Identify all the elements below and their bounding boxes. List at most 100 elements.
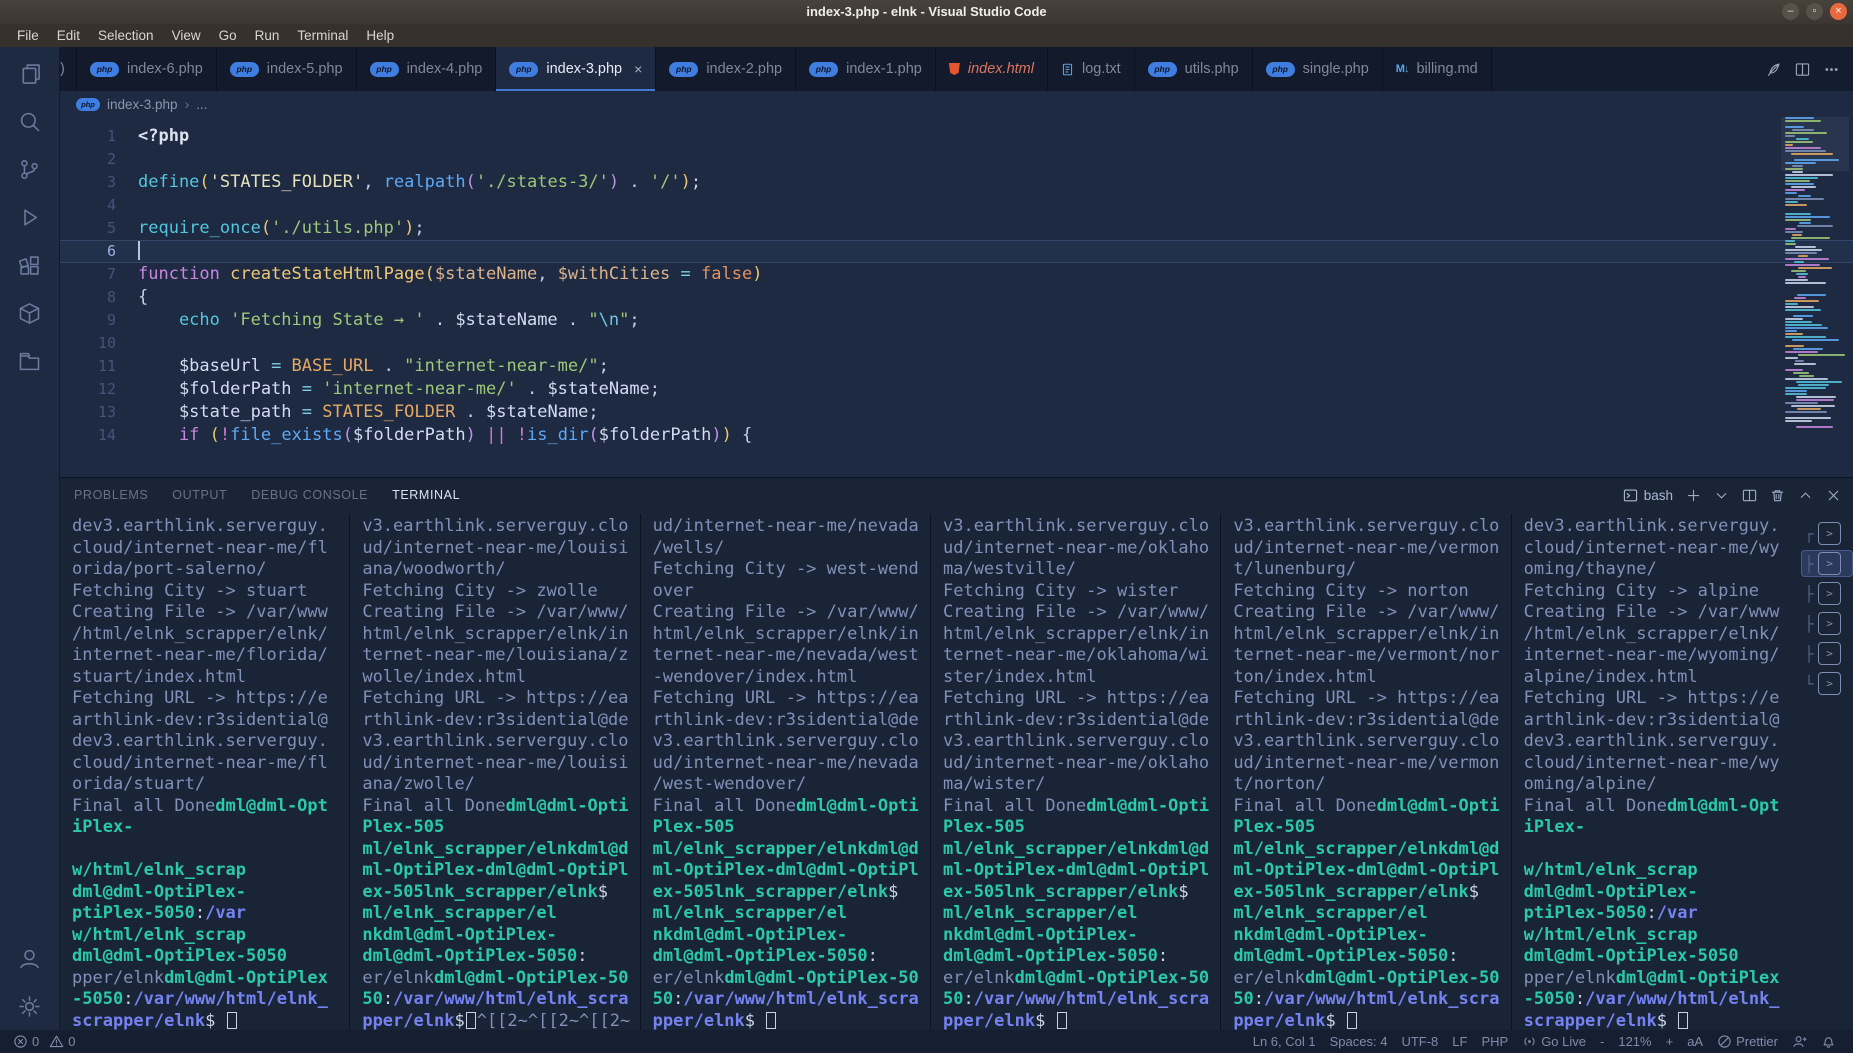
close-tab-icon[interactable]: × xyxy=(634,61,642,77)
clipped-tab[interactable]: ) xyxy=(60,47,77,91)
warnings[interactable]: 0 xyxy=(44,1030,80,1053)
terminal-pane-3[interactable]: ud/internet-near-me/nevada/wells/Fetchin… xyxy=(640,514,930,1030)
terminal-line: Final all Donedml@dml-Opti xyxy=(653,796,930,818)
extensions-icon[interactable] xyxy=(14,249,46,281)
menu-file[interactable]: File xyxy=(8,24,48,47)
terminal-tab-4[interactable]: ├> xyxy=(1801,610,1853,637)
font-switcher[interactable]: aA xyxy=(1680,1030,1710,1053)
panel-tab-output[interactable]: OUTPUT xyxy=(172,478,227,512)
terminal-profile-selector[interactable]: bash xyxy=(1623,488,1673,503)
zoom-level[interactable]: 121% xyxy=(1611,1030,1658,1053)
close-button[interactable]: × xyxy=(1830,3,1847,20)
tab-label: log.txt xyxy=(1082,61,1121,77)
tab-utils.php[interactable]: phputils.php xyxy=(1135,47,1253,91)
terminal-tab-1[interactable]: ┌> xyxy=(1801,520,1853,547)
terminal-tab-5[interactable]: ├> xyxy=(1801,640,1853,667)
source-control-icon[interactable] xyxy=(14,153,46,185)
terminal-pane-2[interactable]: v3.earthlink.serverguy.cloud/internet-ne… xyxy=(349,514,639,1030)
tab-index-6.php[interactable]: phpindex-6.php xyxy=(77,47,217,91)
tab-index-1.php[interactable]: phpindex-1.php xyxy=(796,47,936,91)
language-mode[interactable]: PHP xyxy=(1474,1030,1515,1053)
terminal-pane-6[interactable]: dev3.earthlink.serverguy.cloud/internet-… xyxy=(1511,514,1801,1030)
terminal-tab-2[interactable]: ├> xyxy=(1801,550,1853,577)
eol[interactable]: LF xyxy=(1445,1030,1474,1053)
tab-index-4.php[interactable]: phpindex-4.php xyxy=(357,47,497,91)
menu-edit[interactable]: Edit xyxy=(48,24,89,47)
terminal-cursor xyxy=(1678,1012,1688,1029)
tab-billing.md[interactable]: M↓billing.md xyxy=(1383,47,1492,91)
zoom-in[interactable]: + xyxy=(1659,1030,1681,1053)
php-file-icon: php xyxy=(1266,62,1295,77)
cursor-position[interactable]: Ln 6, Col 1 xyxy=(1246,1030,1323,1053)
terminal-profile-dropdown-icon[interactable] xyxy=(1714,488,1729,503)
tree-branch-icon: ├ xyxy=(1803,555,1815,573)
maximize-button[interactable]: ▫ xyxy=(1806,3,1823,20)
terminal-tab-3[interactable]: ├> xyxy=(1801,580,1853,607)
maximize-panel-button[interactable] xyxy=(1798,488,1813,503)
new-terminal-button[interactable] xyxy=(1686,488,1701,503)
code-text: define('STATES_FOLDER', realpath('./stat… xyxy=(138,171,701,194)
close-panel-button[interactable] xyxy=(1826,488,1841,503)
tab-index-5.php[interactable]: phpindex-5.php xyxy=(217,47,357,91)
terminal-line: 50:/var/www/html/elnk_scra xyxy=(1233,989,1510,1011)
breadcrumb-file[interactable]: index-3.php xyxy=(107,97,178,112)
terminal-line: ml/elnk_scrapper/elnkdml@d xyxy=(362,839,639,861)
terminal-line: Plex-505 xyxy=(362,817,639,839)
terminal-line: internet-near-me/florida/ xyxy=(72,645,349,667)
tab-index-2.php[interactable]: phpindex-2.php xyxy=(656,47,796,91)
terminal-icon: > xyxy=(1818,642,1841,665)
panel-tab-debug-console[interactable]: DEBUG CONSOLE xyxy=(251,478,368,512)
tab-log.txt[interactable]: log.txt xyxy=(1048,47,1135,91)
panel-tab-terminal[interactable]: TERMINAL xyxy=(392,478,460,512)
terminal-line: ml/elnk_scrapper/elnkdml@d xyxy=(943,839,1220,861)
encoding[interactable]: UTF-8 xyxy=(1394,1030,1445,1053)
split-terminal-button[interactable] xyxy=(1742,488,1757,503)
tab-single.php[interactable]: phpsingle.php xyxy=(1253,47,1383,91)
minimize-button[interactable]: – xyxy=(1782,3,1799,20)
terminal-line: ml-OptiPlex-dml@dml-OptiPl xyxy=(943,860,1220,882)
errors[interactable]: 0 xyxy=(8,1030,44,1053)
tab-index.html[interactable]: index.html xyxy=(936,47,1048,91)
minimap[interactable] xyxy=(1785,117,1843,477)
menu-help[interactable]: Help xyxy=(357,24,403,47)
menu-go[interactable]: Go xyxy=(210,24,246,47)
split-editor-icon[interactable] xyxy=(1795,62,1810,77)
more-actions-icon[interactable] xyxy=(1824,62,1839,77)
terminal-line: v3.earthlink.serverguy.clo xyxy=(362,731,639,753)
run-debug-icon[interactable] xyxy=(14,201,46,233)
go-live[interactable]: Go Live xyxy=(1515,1030,1593,1053)
tab-index-3.php[interactable]: phpindex-3.php× xyxy=(496,47,656,91)
php-file-icon: php xyxy=(809,62,838,77)
kill-terminal-button[interactable] xyxy=(1770,488,1785,503)
menu-selection[interactable]: Selection xyxy=(89,24,163,47)
terminal-line: arthlink-dev:r3sidential@ xyxy=(72,710,349,732)
terminal-line: Plex-505 xyxy=(943,817,1220,839)
breadcrumb-symbol[interactable]: ... xyxy=(196,97,207,112)
package-icon[interactable] xyxy=(14,297,46,329)
quill-icon[interactable] xyxy=(1766,62,1781,77)
accounts-icon[interactable] xyxy=(14,942,46,974)
zoom-out[interactable]: - xyxy=(1593,1030,1611,1053)
terminal-line: html/elnk_scrapper/elnk/in xyxy=(943,624,1220,646)
terminal-line: ternet-near-me/oklahoma/wi xyxy=(943,645,1220,667)
terminal-pane-5[interactable]: v3.earthlink.serverguy.cloud/internet-ne… xyxy=(1220,514,1510,1030)
terminal-tab-6[interactable]: └> xyxy=(1801,670,1853,697)
library-icon[interactable] xyxy=(14,345,46,377)
terminal-pane-1[interactable]: dev3.earthlink.serverguy.cloud/internet-… xyxy=(60,514,349,1030)
tab-label: index-4.php xyxy=(407,61,483,77)
indentation[interactable]: Spaces: 4 xyxy=(1323,1030,1395,1053)
notifications[interactable] xyxy=(1814,1030,1843,1053)
panel-tab-problems[interactable]: PROBLEMS xyxy=(74,478,148,512)
menu-run[interactable]: Run xyxy=(246,24,289,47)
settings-icon[interactable] xyxy=(14,990,46,1022)
prettier[interactable]: Prettier xyxy=(1710,1030,1785,1053)
terminal-line: dev3.earthlink.serverguy. xyxy=(1524,516,1801,538)
terminal-pane-4[interactable]: v3.earthlink.serverguy.cloud/internet-ne… xyxy=(930,514,1220,1030)
menu-terminal[interactable]: Terminal xyxy=(288,24,357,47)
search-icon[interactable] xyxy=(14,105,46,137)
terminal-line: ml/elnk_scrapper/elnkdml@d xyxy=(1233,839,1510,861)
explorer-icon[interactable] xyxy=(14,57,46,89)
menu-view[interactable]: View xyxy=(163,24,210,47)
accounts[interactable] xyxy=(1785,1030,1814,1053)
code-editor[interactable]: 1<?php23define('STATES_FOLDER', realpath… xyxy=(60,117,1853,477)
